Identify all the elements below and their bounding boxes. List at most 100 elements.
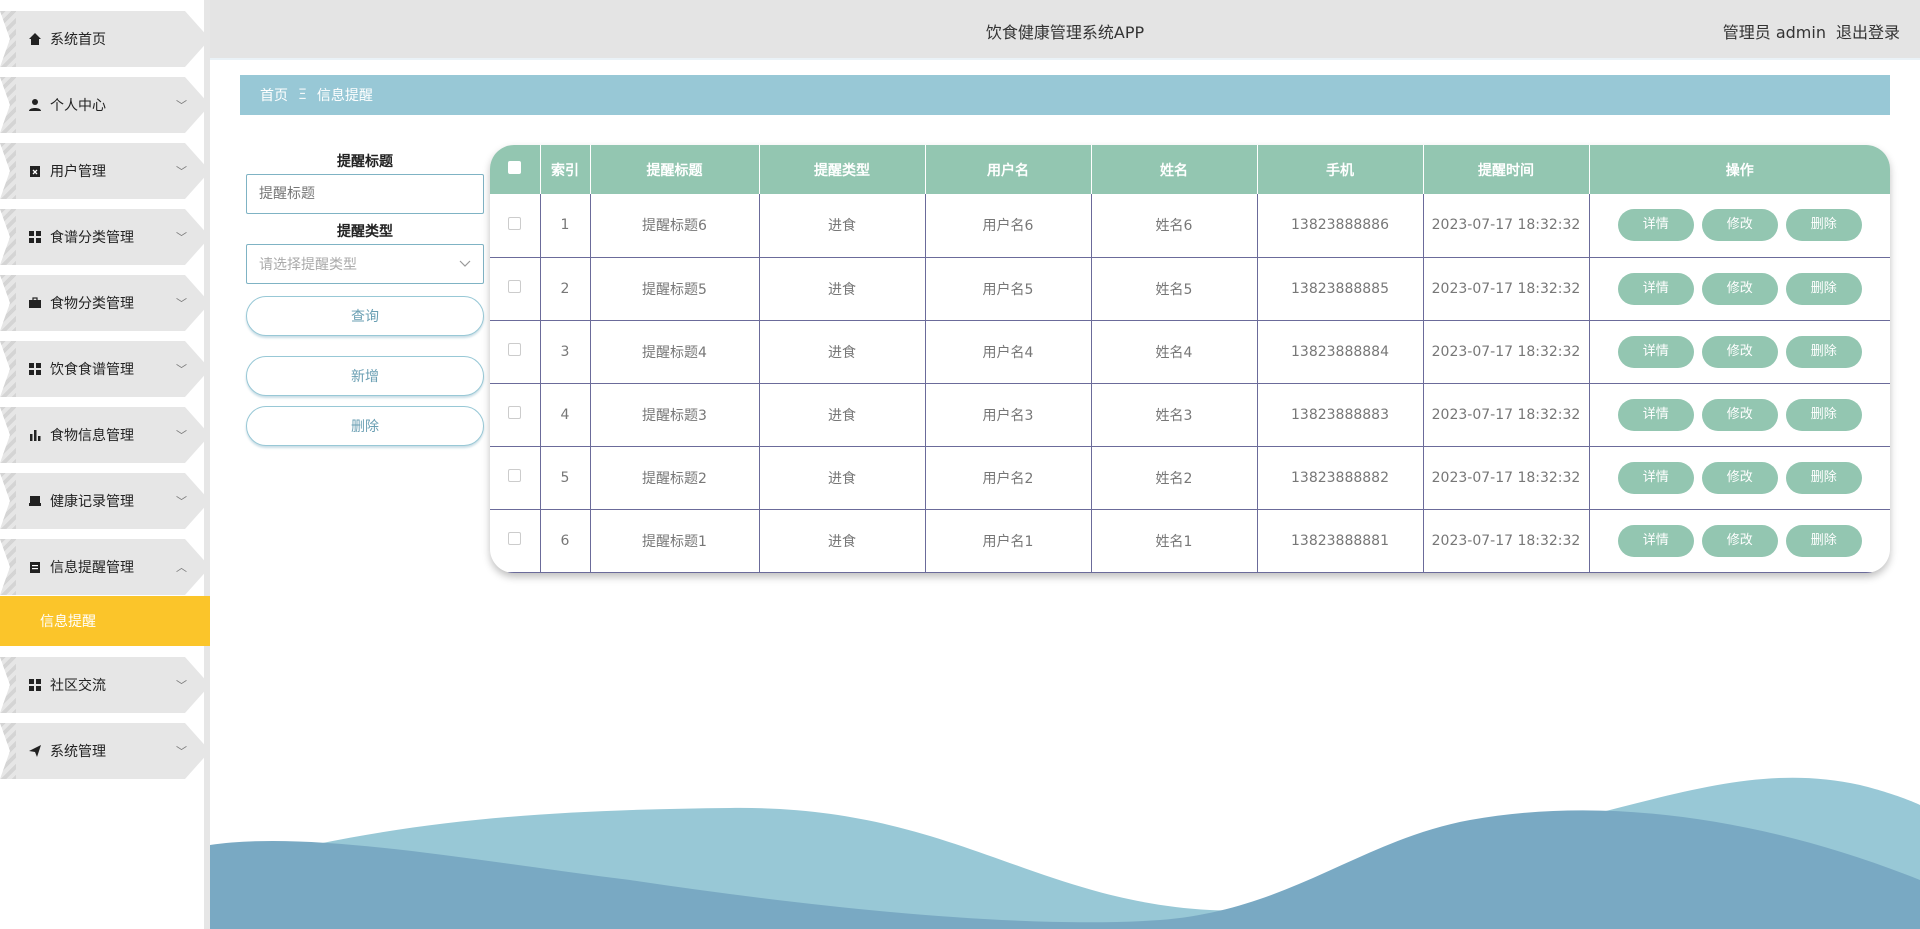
cell-phone: 13823888881 bbox=[1257, 509, 1424, 573]
cell-type: 进食 bbox=[759, 320, 926, 384]
detail-button[interactable]: 详情 bbox=[1617, 209, 1694, 242]
cell-time: 2023-07-17 18:32:32 bbox=[1423, 509, 1590, 573]
sidebar: 系统首页 个人中心 ﹀ 用户管理 ﹀ 食谱分类管理 ﹀ 食物分类管理 ﹀ 饮食食谱管理 ﹀ 食物信息管… bbox=[0, 0, 210, 929]
sidebar-item[interactable]: 用户管理 ﹀ bbox=[0, 143, 210, 199]
sidebar-item[interactable]: 信息提醒管理 ︿ bbox=[0, 539, 210, 595]
breadcrumb-current: 信息提醒 bbox=[316, 88, 373, 104]
select-all-checkbox[interactable] bbox=[508, 161, 522, 174]
delete-button[interactable]: 删除 bbox=[1785, 461, 1862, 494]
bar-chart-icon bbox=[27, 427, 43, 443]
table-row: 6 提醒标题1 进食 用户名1 姓名1 13823888881 2023-07-17 18:… bbox=[490, 509, 1890, 573]
delete-button[interactable]: 删除 bbox=[1785, 398, 1862, 431]
sidebar-item[interactable]: 系统首页 bbox=[0, 11, 210, 67]
bulk-delete-button[interactable]: 删除 bbox=[246, 406, 484, 446]
breadcrumb-home[interactable]: 首页 bbox=[260, 85, 288, 105]
delete-button[interactable]: 删除 bbox=[1785, 209, 1862, 242]
row-select-cell bbox=[490, 194, 541, 258]
detail-button[interactable]: 详情 bbox=[1617, 524, 1694, 557]
sidebar-item-label: 饮食食谱管理 bbox=[50, 362, 134, 378]
cell-name: 姓名2 bbox=[1091, 446, 1258, 510]
sidebar-item-label: 信息提醒管理 bbox=[50, 560, 134, 576]
cell-name: 姓名4 bbox=[1091, 320, 1258, 384]
delete-button[interactable]: 删除 bbox=[1785, 524, 1862, 557]
sidebar-item[interactable]: 食物信息管理 ﹀ bbox=[0, 407, 210, 463]
cell-time: 2023-07-17 18:32:32 bbox=[1423, 320, 1590, 384]
chevron-down-icon: ﹀ bbox=[176, 363, 187, 376]
cell-type: 进食 bbox=[759, 257, 926, 321]
sidebar-item[interactable]: 健康记录管理 ﹀ bbox=[0, 473, 210, 529]
sidebar-item-label: 系统管理 bbox=[50, 744, 106, 760]
sidebar-item[interactable]: 食物分类管理 ﹀ bbox=[0, 275, 210, 331]
sidebar-subitem-active[interactable]: 信息提醒 bbox=[0, 596, 210, 646]
grid-icon bbox=[27, 677, 43, 693]
edit-button[interactable]: 修改 bbox=[1701, 272, 1778, 305]
row-checkbox[interactable] bbox=[508, 280, 522, 293]
sidebar-item[interactable]: 饮食食谱管理 ﹀ bbox=[0, 341, 210, 397]
type-select-placeholder: 请选择提醒类型 bbox=[259, 257, 357, 273]
select-all-cell bbox=[490, 145, 541, 194]
row-checkbox[interactable] bbox=[508, 532, 522, 545]
table-row: 4 提醒标题3 进食 用户名3 姓名3 13823888883 2023-07-17 18:… bbox=[490, 383, 1890, 447]
edit-button[interactable]: 修改 bbox=[1701, 524, 1778, 557]
cell-username: 用户名3 bbox=[925, 383, 1092, 447]
title-field-label: 提醒标题 bbox=[337, 154, 393, 170]
cell-index: 5 bbox=[540, 446, 591, 510]
cell-name: 姓名3 bbox=[1091, 383, 1258, 447]
logout-link[interactable]: 退出登录 bbox=[1836, 19, 1900, 43]
cell-type: 进食 bbox=[759, 509, 926, 573]
detail-button[interactable]: 详情 bbox=[1617, 398, 1694, 431]
cell-phone: 13823888886 bbox=[1257, 194, 1424, 258]
clipboard-x-icon bbox=[27, 163, 43, 179]
cell-name: 姓名6 bbox=[1091, 194, 1258, 258]
chevron-up-icon: ︿ bbox=[176, 561, 187, 574]
cell-username: 用户名5 bbox=[925, 257, 1092, 321]
row-checkbox[interactable] bbox=[508, 216, 522, 230]
actions-cell: 详情 修改 删除 bbox=[1589, 383, 1890, 447]
cell-phone: 13823888885 bbox=[1257, 257, 1424, 321]
cell-username: 用户名4 bbox=[925, 320, 1092, 384]
sidebar-item[interactable]: 食谱分类管理 ﹀ bbox=[0, 209, 210, 265]
column-header: 索引 bbox=[540, 145, 591, 194]
cell-username: 用户名6 bbox=[925, 194, 1092, 258]
cell-phone: 13823888884 bbox=[1257, 320, 1424, 384]
cell-index: 2 bbox=[540, 257, 591, 321]
cell-phone: 13823888882 bbox=[1257, 446, 1424, 510]
sidebar-item[interactable]: 系统管理 ﹀ bbox=[0, 723, 210, 779]
sidebar-item-label: 食物信息管理 bbox=[50, 428, 134, 444]
cell-phone: 13823888883 bbox=[1257, 383, 1424, 447]
row-checkbox[interactable] bbox=[508, 469, 522, 482]
actions-cell: 详情 修改 删除 bbox=[1589, 509, 1890, 573]
delete-button[interactable]: 删除 bbox=[1785, 335, 1862, 368]
column-header: 手机 bbox=[1257, 145, 1424, 194]
edit-button[interactable]: 修改 bbox=[1701, 398, 1778, 431]
sidebar-item[interactable]: 个人中心 ﹀ bbox=[0, 77, 210, 133]
column-header: 姓名 bbox=[1091, 145, 1258, 194]
add-button[interactable]: 新增 bbox=[246, 356, 484, 396]
cell-index: 6 bbox=[540, 509, 591, 573]
detail-button[interactable]: 详情 bbox=[1617, 335, 1694, 368]
detail-button[interactable]: 详情 bbox=[1617, 272, 1694, 305]
chevron-down-icon: ﹀ bbox=[176, 745, 187, 758]
breadcrumb: 首页 Ξ 信息提醒 bbox=[240, 75, 1890, 115]
detail-button[interactable]: 详情 bbox=[1617, 461, 1694, 494]
chevron-down-icon: ﹀ bbox=[176, 99, 187, 112]
row-checkbox[interactable] bbox=[508, 406, 522, 419]
edit-button[interactable]: 修改 bbox=[1701, 335, 1778, 368]
edit-button[interactable]: 修改 bbox=[1701, 209, 1778, 242]
title-search-input[interactable] bbox=[246, 174, 484, 214]
delete-button[interactable]: 删除 bbox=[1785, 272, 1862, 305]
table-row: 3 提醒标题4 进食 用户名4 姓名4 13823888884 2023-07-17 18:… bbox=[490, 320, 1890, 384]
chevron-down-icon: ﹀ bbox=[176, 679, 187, 692]
cell-index: 3 bbox=[540, 320, 591, 384]
wave-decoration bbox=[210, 777, 1920, 929]
send-icon bbox=[27, 743, 43, 759]
grid-icon bbox=[27, 229, 43, 245]
chevron-down-icon: ﹀ bbox=[176, 429, 187, 442]
sidebar-item[interactable]: 社区交流 ﹀ bbox=[0, 657, 210, 713]
cell-index: 4 bbox=[540, 383, 591, 447]
type-select[interactable]: 请选择提醒类型 bbox=[246, 244, 484, 284]
edit-button[interactable]: 修改 bbox=[1701, 461, 1778, 494]
row-checkbox[interactable] bbox=[508, 343, 522, 356]
clipboard-icon bbox=[27, 559, 43, 575]
query-button[interactable]: 查询 bbox=[246, 296, 484, 336]
